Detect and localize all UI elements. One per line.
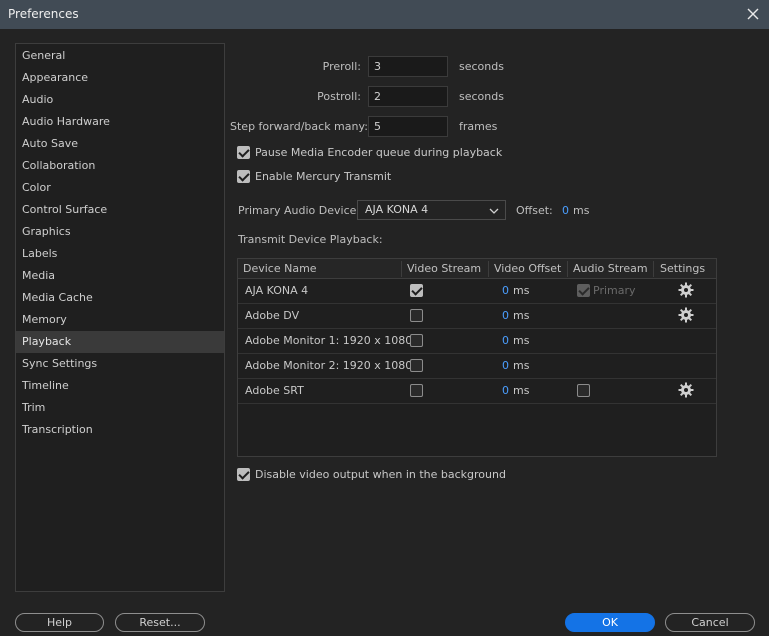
disable-background-label: Disable video output when in the backgro… <box>255 468 506 481</box>
offset-unit: ms <box>573 204 590 217</box>
header-device-name: Device Name <box>243 262 317 275</box>
step-input[interactable]: 5 <box>368 116 448 137</box>
disable-background-option[interactable]: Disable video output when in the backgro… <box>237 468 506 481</box>
video-stream-checkbox[interactable] <box>410 284 423 297</box>
preroll-label: Preroll: <box>322 60 361 73</box>
primary-audio-value: AJA KONA 4 <box>365 203 429 216</box>
mercury-transmit-label: Enable Mercury Transmit <box>255 170 392 183</box>
video-offset-value[interactable]: 0 <box>502 284 509 297</box>
video-offset-value[interactable]: 0 <box>502 384 509 397</box>
column-divider <box>653 261 654 277</box>
help-button[interactable]: Help <box>15 613 104 632</box>
table-row[interactable]: Adobe SRT 0 ms <box>238 379 716 404</box>
sidebar-item-media[interactable]: Media <box>16 265 224 287</box>
offset-label: Offset: <box>516 204 553 217</box>
sidebar-item-general[interactable]: General <box>16 45 224 67</box>
sidebar-item-graphics[interactable]: Graphics <box>16 221 224 243</box>
video-stream-checkbox[interactable] <box>410 359 423 372</box>
postroll-label: Postroll: <box>317 90 361 103</box>
sidebar-item-audio-hardware[interactable]: Audio Hardware <box>16 111 224 133</box>
primary-audio-label: Primary Audio Device: <box>238 204 361 217</box>
step-label: Step forward/back many: <box>230 120 368 133</box>
device-name: AJA KONA 4 <box>245 284 309 297</box>
sidebar-item-appearance[interactable]: Appearance <box>16 67 224 89</box>
pause-encoder-label: Pause Media Encoder queue during playbac… <box>255 146 503 159</box>
sidebar-item-sync-settings[interactable]: Sync Settings <box>16 353 224 375</box>
gear-icon[interactable] <box>678 307 694 326</box>
video-offset-value[interactable]: 0 <box>502 309 509 322</box>
transmit-device-table: Device Name Video Stream Video Offset Au… <box>237 258 717 457</box>
mercury-transmit-checkbox[interactable] <box>237 170 250 183</box>
sidebar-item-transcription[interactable]: Transcription <box>16 419 224 441</box>
chevron-down-icon <box>489 204 499 222</box>
title-bar: Preferences <box>0 0 769 29</box>
sidebar-item-memory[interactable]: Memory <box>16 309 224 331</box>
transmit-label: Transmit Device Playback: <box>238 233 383 246</box>
header-video-stream: Video Stream <box>407 262 482 275</box>
ok-button[interactable]: OK <box>565 613 655 632</box>
video-offset-unit: ms <box>513 384 530 397</box>
sidebar-item-collaboration[interactable]: Collaboration <box>16 155 224 177</box>
column-divider <box>488 261 489 277</box>
device-name: Adobe Monitor 2: 1920 x 1080 <box>245 359 413 372</box>
audio-primary-label: Primary <box>593 284 636 297</box>
reset-button[interactable]: Reset... <box>115 613 205 632</box>
sidebar: General Appearance Audio Audio Hardware … <box>15 43 225 592</box>
sidebar-item-auto-save[interactable]: Auto Save <box>16 133 224 155</box>
postroll-input[interactable]: 2 <box>368 86 448 107</box>
primary-audio-dropdown[interactable]: AJA KONA 4 <box>357 200 506 220</box>
sidebar-item-playback[interactable]: Playback <box>16 331 224 353</box>
table-row[interactable]: Adobe Monitor 2: 1920 x 1080 0 ms <box>238 354 716 379</box>
column-divider <box>401 261 402 277</box>
header-settings: Settings <box>660 262 706 275</box>
video-offset-unit: ms <box>513 359 530 372</box>
offset-value[interactable]: 0 <box>562 204 569 217</box>
video-stream-checkbox[interactable] <box>410 309 423 322</box>
video-stream-checkbox[interactable] <box>410 334 423 347</box>
pause-encoder-option[interactable]: Pause Media Encoder queue during playbac… <box>237 146 502 159</box>
video-offset-unit: ms <box>513 309 530 322</box>
device-name: Adobe Monitor 1: 1920 x 1080 <box>245 334 413 347</box>
device-name: Adobe DV <box>245 309 300 322</box>
preroll-unit: seconds <box>459 60 504 73</box>
video-stream-checkbox[interactable] <box>410 384 423 397</box>
close-icon[interactable] <box>743 4 763 24</box>
window-title: Preferences <box>8 7 79 21</box>
video-offset-unit: ms <box>513 334 530 347</box>
pause-encoder-checkbox[interactable] <box>237 146 250 159</box>
cancel-button[interactable]: Cancel <box>665 613 755 632</box>
header-video-offset: Video Offset <box>494 262 562 275</box>
gear-icon[interactable] <box>678 382 694 401</box>
video-offset-unit: ms <box>513 284 530 297</box>
postroll-unit: seconds <box>459 90 504 103</box>
sidebar-item-color[interactable]: Color <box>16 177 224 199</box>
sidebar-item-timeline[interactable]: Timeline <box>16 375 224 397</box>
video-offset-value[interactable]: 0 <box>502 334 509 347</box>
sidebar-item-audio[interactable]: Audio <box>16 89 224 111</box>
sidebar-item-media-cache[interactable]: Media Cache <box>16 287 224 309</box>
column-divider <box>567 261 568 277</box>
audio-stream-checkbox <box>577 284 590 297</box>
sidebar-item-trim[interactable]: Trim <box>16 397 224 419</box>
table-row[interactable]: Adobe DV 0 ms <box>238 304 716 329</box>
device-name: Adobe SRT <box>245 384 304 397</box>
video-offset-value[interactable]: 0 <box>502 359 509 372</box>
header-audio-stream: Audio Stream <box>573 262 648 275</box>
disable-background-checkbox[interactable] <box>237 468 250 481</box>
table-header: Device Name Video Stream Video Offset Au… <box>238 259 716 279</box>
table-row[interactable]: AJA KONA 4 0 ms Primary <box>238 279 716 304</box>
gear-icon[interactable] <box>678 282 694 301</box>
audio-stream-checkbox[interactable] <box>577 384 590 397</box>
step-unit: frames <box>459 120 498 133</box>
sidebar-list: General Appearance Audio Audio Hardware … <box>16 44 224 441</box>
sidebar-item-labels[interactable]: Labels <box>16 243 224 265</box>
sidebar-item-control-surface[interactable]: Control Surface <box>16 199 224 221</box>
table-row[interactable]: Adobe Monitor 1: 1920 x 1080 0 ms <box>238 329 716 354</box>
preroll-input[interactable]: 3 <box>368 56 448 77</box>
mercury-transmit-option[interactable]: Enable Mercury Transmit <box>237 170 391 183</box>
